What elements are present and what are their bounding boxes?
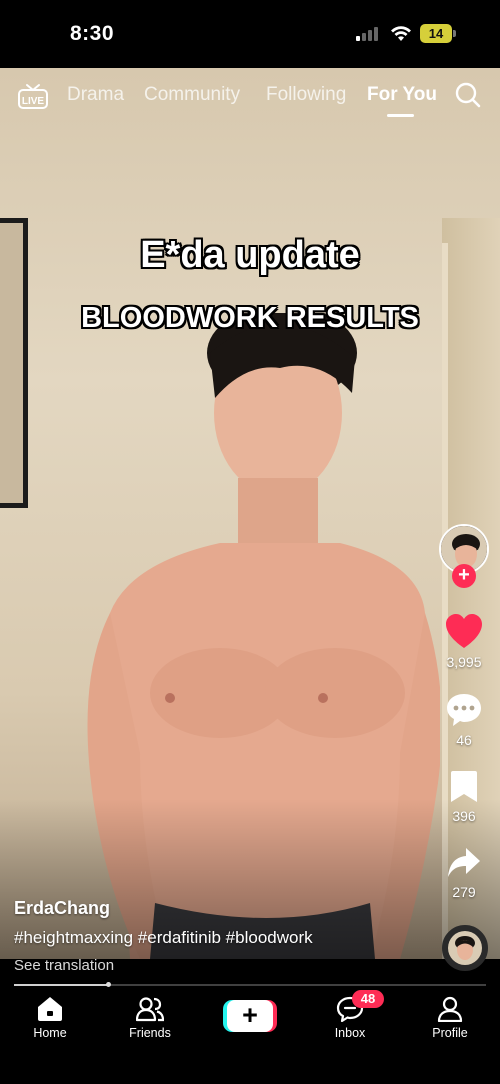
- like-button[interactable]: 3,995: [436, 614, 492, 670]
- nav-friends-label: Friends: [129, 1026, 171, 1040]
- see-translation-link[interactable]: See translation: [14, 957, 114, 974]
- nav-home-label: Home: [33, 1026, 67, 1040]
- top-navigation: LIVE Drama Community Following For You: [0, 78, 500, 118]
- tab-community[interactable]: Community: [144, 84, 240, 106]
- bookmark-icon: [451, 771, 477, 802]
- video-overlay-title: E*da update: [140, 234, 360, 276]
- create-button[interactable]: +: [223, 1000, 277, 1032]
- wifi-icon: [391, 26, 411, 41]
- friends-icon: [136, 997, 164, 1022]
- battery-icon: 14: [420, 24, 456, 43]
- home-icon: [38, 997, 62, 1021]
- inbox-badge: 48: [352, 990, 384, 1008]
- save-count: 396: [452, 808, 476, 824]
- progress-fill: [14, 984, 109, 986]
- sound-disc-icon[interactable]: [442, 925, 488, 971]
- battery-level: 14: [420, 24, 452, 43]
- follow-button[interactable]: +: [452, 564, 476, 588]
- active-tab-indicator: [387, 114, 414, 117]
- profile-icon: [437, 996, 463, 1022]
- comment-icon: [447, 694, 481, 726]
- comment-count: 46: [456, 732, 472, 748]
- plus-icon: +: [227, 1000, 273, 1032]
- nav-friends[interactable]: Friends: [110, 996, 190, 1040]
- creator-username[interactable]: ErdaChang: [14, 898, 110, 919]
- share-button[interactable]: 279: [436, 846, 492, 900]
- share-arrow-icon: [448, 848, 480, 877]
- comment-button[interactable]: 46: [436, 692, 492, 748]
- live-tv-icon[interactable]: LIVE: [18, 83, 48, 109]
- tab-drama[interactable]: Drama: [67, 84, 124, 106]
- heart-icon: [446, 614, 482, 648]
- nav-inbox-label: Inbox: [334, 1026, 366, 1040]
- search-icon[interactable]: [455, 82, 481, 108]
- post-hashtags[interactable]: #heightmaxxing #erdafitinib #bloodwork: [14, 928, 313, 948]
- tab-following[interactable]: Following: [266, 84, 346, 106]
- video-player[interactable]: E*da update BLOODWORK RESULTS: [0, 68, 500, 959]
- status-bar: 8:30 14: [0, 0, 500, 68]
- video-progress-bar[interactable]: [14, 982, 486, 987]
- tab-for-you[interactable]: For You: [367, 84, 437, 106]
- video-overlay-subtitle: BLOODWORK RESULTS: [81, 302, 419, 334]
- nav-profile[interactable]: Profile: [410, 996, 490, 1040]
- bottom-navigation: Home Friends + Inbox 48 Profile: [0, 988, 500, 1084]
- nav-home[interactable]: Home: [10, 996, 90, 1040]
- cellular-signal-icon: [356, 27, 378, 41]
- nav-profile-label: Profile: [432, 1026, 468, 1040]
- save-button[interactable]: 396: [436, 770, 492, 824]
- progress-handle[interactable]: [106, 982, 112, 987]
- status-time: 8:30: [70, 22, 115, 45]
- svg-text:LIVE: LIVE: [22, 96, 45, 107]
- like-count: 3,995: [446, 654, 482, 670]
- share-count: 279: [452, 884, 476, 900]
